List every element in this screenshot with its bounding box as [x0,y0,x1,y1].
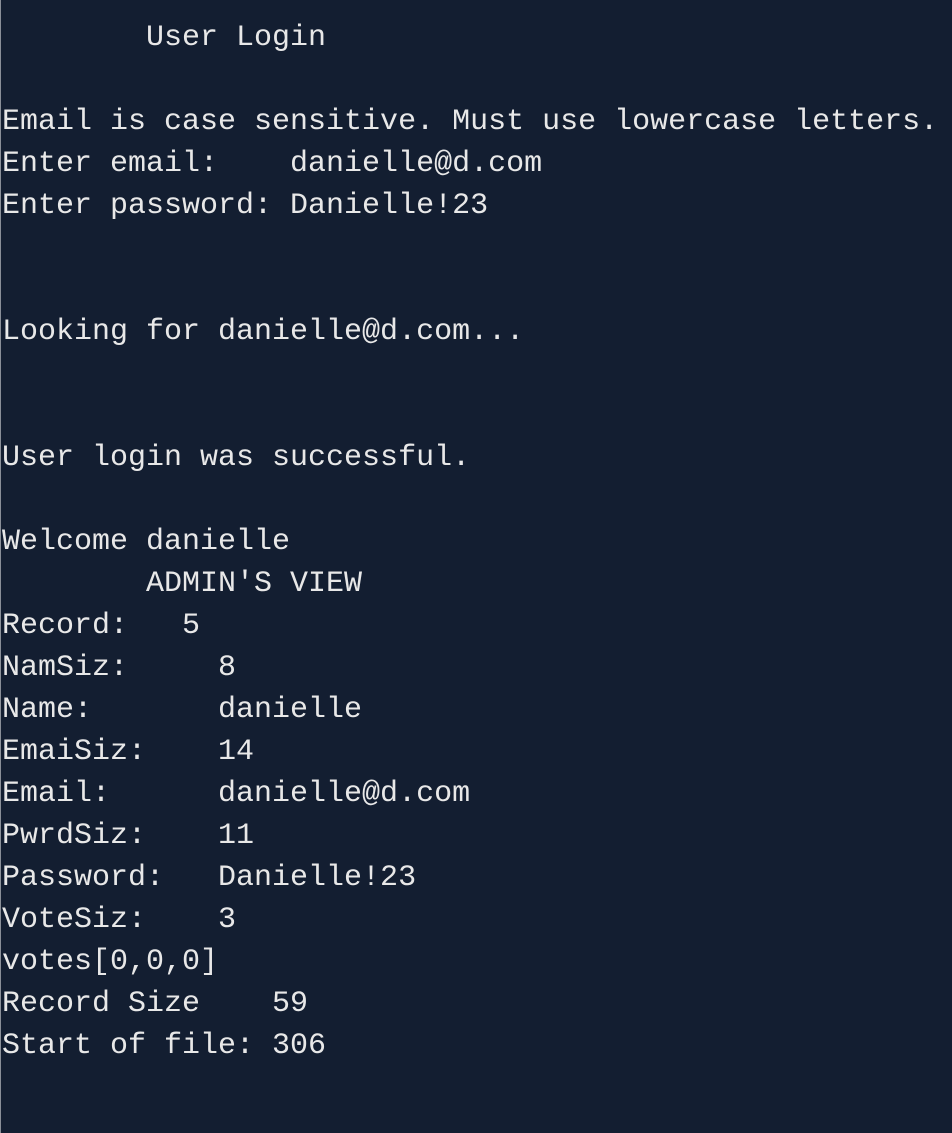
terminal-output[interactable]: User Login Email is case sensitive. Must … [2,17,938,1067]
terminal-line: EmaiSiz: 14 [2,735,255,769]
terminal-line: ADMIN'S VIEW [2,567,363,601]
terminal-line: Looking for danielle@d.com... [2,315,525,349]
terminal-line: Email is case sensitive. Must use lowerc… [2,105,939,139]
terminal-line: User login was successful. [2,441,471,475]
terminal-line: VoteSiz: 3 [2,903,237,937]
terminal-line: votes[0,0,0] [2,945,219,979]
terminal-line: Name: danielle [2,693,363,727]
terminal-line: Start of file: 306 [2,1029,327,1063]
terminal-line: Record: 5 [2,609,201,643]
terminal-line: Password: Danielle!23 [2,861,417,895]
terminal-line: User Login [2,21,327,55]
terminal-line: PwrdSiz: 11 [2,819,255,853]
terminal-line: Email: danielle@d.com [2,777,471,811]
terminal-line: Enter password: Danielle!23 [2,189,489,223]
window-left-border [0,0,1,1133]
terminal-line: Enter email: danielle@d.com [2,147,543,181]
terminal-line: NamSiz: 8 [2,651,237,685]
terminal-line: Record Size 59 [2,987,309,1021]
terminal-line: Welcome danielle [2,525,291,559]
